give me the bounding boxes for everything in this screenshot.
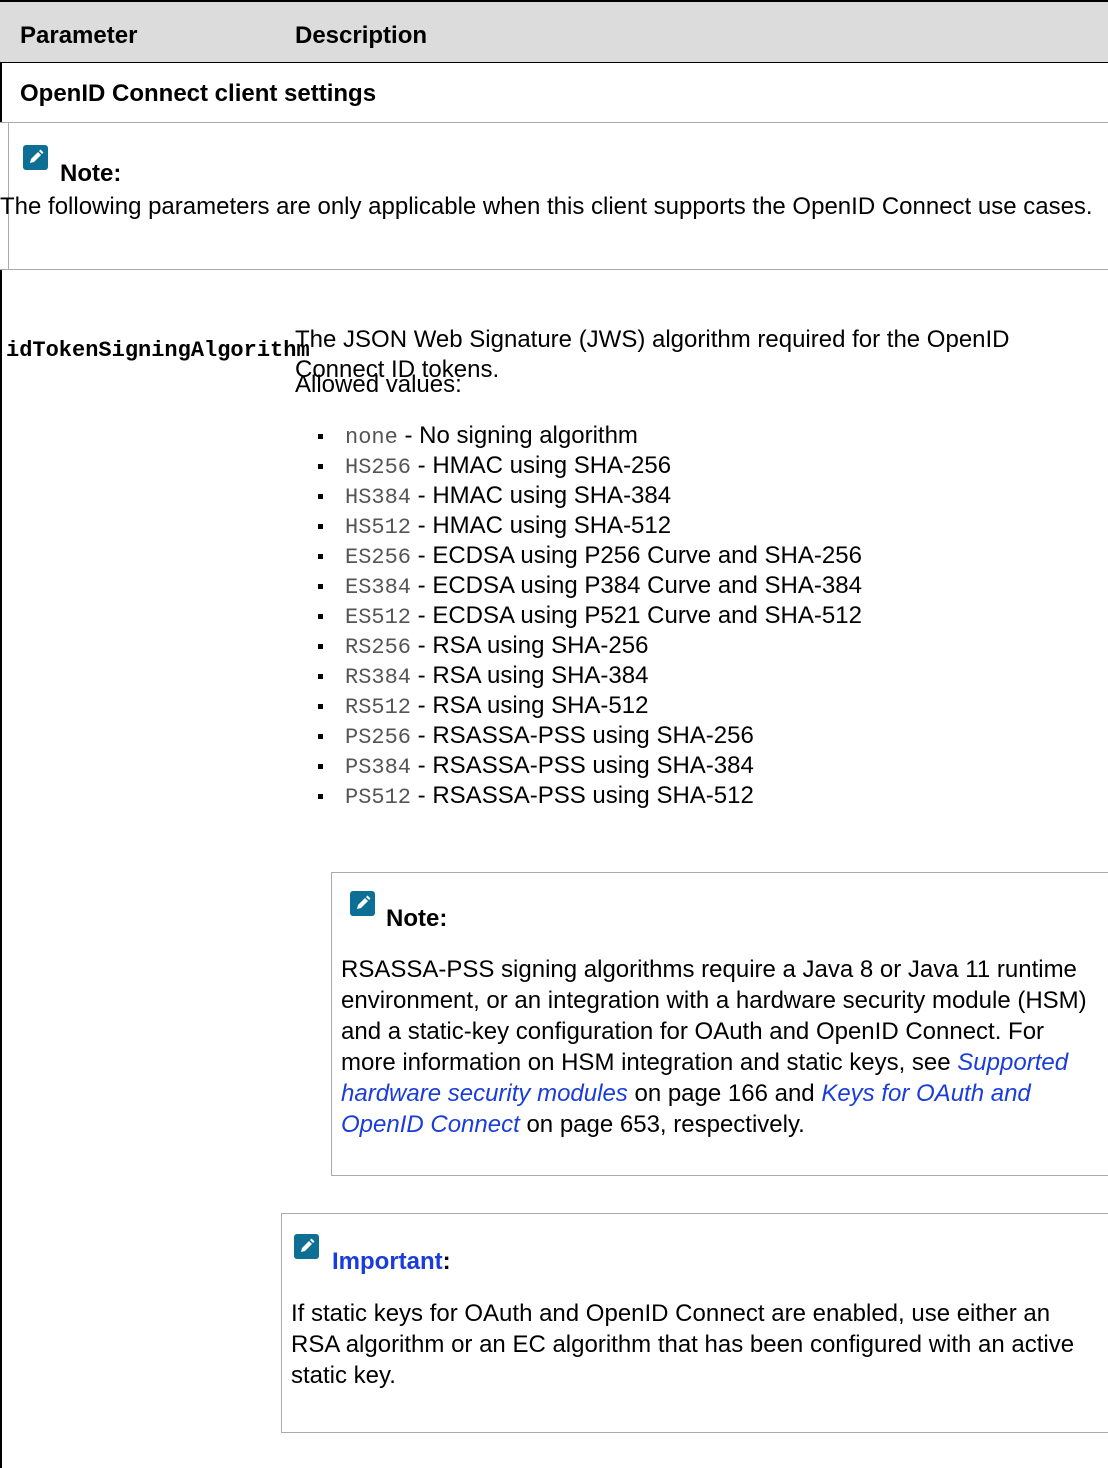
list-item: PS256 - RSASSA-PSS using SHA-256 xyxy=(318,721,862,751)
value-code: ES512 xyxy=(345,605,412,630)
list-item: HS512 - HMAC using SHA-512 xyxy=(318,511,862,541)
section-title: OpenID Connect client settings xyxy=(20,80,377,107)
allowed-values-label: Allowed values: xyxy=(295,371,462,398)
important-link[interactable]: Important xyxy=(332,1248,443,1275)
value-text: - HMAC using SHA-256 xyxy=(411,452,672,479)
note-text-part: on page 653, respectively. xyxy=(519,1111,805,1138)
note-box: Note: RSASSA-PSS signing algorithms requ… xyxy=(331,872,1108,1176)
row-divider xyxy=(0,269,1108,270)
important-box: Important: If static keys for OAuth and … xyxy=(281,1213,1108,1433)
list-item: ES512 - ECDSA using P521 Curve and SHA-5… xyxy=(318,601,862,631)
list-item: ES256 - ECDSA using P256 Curve and SHA-2… xyxy=(318,541,862,571)
value-text: - HMAC using SHA-384 xyxy=(411,482,672,509)
note-text: The following parameters are only applic… xyxy=(0,193,1093,220)
value-code: ES256 xyxy=(345,545,412,570)
pencil-note-icon xyxy=(350,891,375,916)
parameter-name: idTokenSigningAlgorithm xyxy=(6,338,310,363)
value-text: - RSA using SHA-256 xyxy=(411,632,649,659)
column-header-parameter: Parameter xyxy=(20,22,138,49)
value-text: - HMAC using SHA-512 xyxy=(411,512,672,539)
list-item: HS256 - HMAC using SHA-256 xyxy=(318,451,862,481)
note-label: Note: xyxy=(60,160,122,187)
pencil-note-icon xyxy=(23,145,48,170)
value-text: - ECDSA using P521 Curve and SHA-512 xyxy=(411,602,862,629)
list-item: PS512 - RSASSA-PSS using SHA-512 xyxy=(318,781,862,811)
important-label: Important: xyxy=(332,1248,451,1275)
value-text: - RSASSA-PSS using SHA-384 xyxy=(411,752,754,779)
value-code: none xyxy=(345,425,398,450)
list-item: PS384 - RSASSA-PSS using SHA-384 xyxy=(318,751,862,781)
value-code: RS384 xyxy=(345,665,412,690)
list-item: HS384 - HMAC using SHA-384 xyxy=(318,481,862,511)
value-code: PS256 xyxy=(345,725,412,750)
row-divider xyxy=(0,122,1108,123)
value-code: RS512 xyxy=(345,695,412,720)
important-text: If static keys for OAuth and OpenID Conn… xyxy=(291,1300,1075,1389)
table-left-border xyxy=(0,63,2,123)
value-code: RS256 xyxy=(345,635,412,660)
value-code: HS512 xyxy=(345,515,412,540)
table-left-border xyxy=(0,270,2,1468)
value-code: HS384 xyxy=(345,485,412,510)
table-header: Parameter Description xyxy=(0,0,1108,63)
list-item: RS512 - RSA using SHA-512 xyxy=(318,691,862,721)
value-text: - RSASSA-PSS using SHA-512 xyxy=(411,782,754,809)
list-item: ES384 - ECDSA using P384 Curve and SHA-3… xyxy=(318,571,862,601)
pencil-note-icon xyxy=(294,1234,319,1259)
value-text: - RSA using SHA-384 xyxy=(411,662,649,689)
note-text: RSASSA-PSS signing algorithms require a … xyxy=(341,954,1101,1140)
column-header-description: Description xyxy=(295,22,428,49)
value-code: ES384 xyxy=(345,575,412,600)
value-code: PS512 xyxy=(345,785,412,810)
allowed-values-list: none - No signing algorithm HS256 - HMAC… xyxy=(318,421,862,811)
list-item: none - No signing algorithm xyxy=(318,421,862,451)
value-text: - No signing algorithm xyxy=(397,422,638,449)
list-item: RS256 - RSA using SHA-256 xyxy=(318,631,862,661)
value-code: PS384 xyxy=(345,755,412,780)
value-text: - ECDSA using P256 Curve and SHA-256 xyxy=(411,542,862,569)
note-text-part: on page 166 and xyxy=(627,1080,822,1107)
value-text: - ECDSA using P384 Curve and SHA-384 xyxy=(411,572,862,599)
list-item: RS384 - RSA using SHA-384 xyxy=(318,661,862,691)
value-text: - RSA using SHA-512 xyxy=(411,692,649,719)
note-label: Note: xyxy=(386,905,448,932)
value-code: HS256 xyxy=(345,455,412,480)
value-text: - RSASSA-PSS using SHA-256 xyxy=(411,722,754,749)
